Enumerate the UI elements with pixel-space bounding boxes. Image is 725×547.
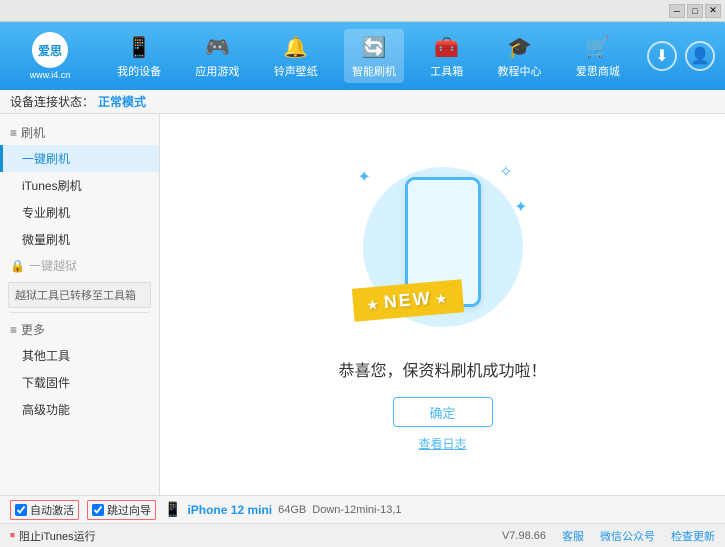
footer-right: V7.98.66 客服 微信公众号 检查更新 (502, 528, 715, 544)
device-info: 📱 iPhone 12 mini 64GB Down-12mini-13,1 (164, 501, 715, 518)
more-section-icon: ≡ (10, 323, 17, 337)
phone-illustration: ✦ ✧ ✦ NEW (343, 157, 543, 337)
footer-bar: ⏹ 阻止iTunes运行 V7.98.66 客服 微信公众号 检查更新 (0, 523, 725, 547)
more-section-label: 更多 (21, 321, 45, 338)
logo-url: www.i4.cn (30, 70, 71, 80)
bottom-bar: 自动激活 跳过向导 📱 iPhone 12 mini 64GB Down-12m… (0, 495, 725, 523)
skip-guide-label: 跳过向导 (107, 502, 151, 518)
sidebar-item-advanced[interactable]: 高级功能 (0, 396, 159, 423)
user-button[interactable]: 👤 (685, 41, 715, 71)
sparkle-3: ✦ (514, 197, 527, 217)
auto-start-checkbox[interactable]: 自动激活 (10, 500, 79, 520)
skip-guide-checkbox[interactable]: 跳过向导 (87, 500, 156, 520)
nav-toolbox-label: 工具箱 (430, 63, 463, 79)
nav-my-device[interactable]: 📱 我的设备 (109, 29, 169, 83)
sidebar-section-more: ≡ 更多 (0, 317, 159, 342)
logo-icon: 爱思 (32, 32, 68, 68)
nav-smart-flash[interactable]: 🔄 智能刷机 (344, 29, 404, 83)
device-name: iPhone 12 mini (187, 503, 272, 517)
ringtones-icon: 🔔 (282, 33, 310, 61)
nav-items: 📱 我的设备 🎮 应用游戏 🔔 铃声壁纸 🔄 智能刷机 🧰 工具箱 🎓 教程中心… (100, 29, 637, 83)
content-area: ✦ ✧ ✦ NEW 恭喜您，保资料刷机成功啦！ 确定 查看日志 (160, 114, 725, 495)
nav-tutorials[interactable]: 🎓 教程中心 (490, 29, 550, 83)
status-label: 设备连接状态： (10, 93, 94, 110)
jailbreak-lock-icon: 🔒 (10, 259, 25, 273)
nav-ringtones[interactable]: 🔔 铃声壁纸 (266, 29, 326, 83)
sidebar-item-save-flash[interactable]: 微量刷机 (0, 226, 159, 253)
smart-flash-icon: 🔄 (360, 33, 388, 61)
jailbreak-info: 越狱工具已转移至工具箱 (8, 282, 151, 308)
toolbox-icon: 🧰 (433, 33, 461, 61)
device-capacity: 64GB (278, 504, 306, 516)
sidebar-item-one-click-flash[interactable]: 一键刷机 (0, 145, 159, 172)
goto-log-link[interactable]: 查看日志 (418, 435, 466, 452)
my-device-icon: 📱 (125, 33, 153, 61)
auto-start-input[interactable] (15, 504, 27, 516)
version-text: V7.98.66 (502, 530, 546, 542)
nav-apps-games[interactable]: 🎮 应用游戏 (187, 29, 247, 83)
flash-section-label: 刷机 (21, 124, 45, 141)
footer-left: ⏹ 阻止iTunes运行 (10, 528, 96, 544)
customer-service-link[interactable]: 客服 (562, 528, 584, 544)
apps-games-icon: 🎮 (203, 33, 231, 61)
sidebar-item-download-firmware[interactable]: 下载固件 (0, 369, 159, 396)
jailbreak-section-label: 一键越狱 (29, 257, 77, 274)
sidebar-divider (10, 312, 149, 313)
nav-tutorials-label: 教程中心 (498, 63, 542, 79)
nav-toolbox[interactable]: 🧰 工具箱 (422, 29, 471, 83)
stop-icon: ⏹ (10, 530, 15, 541)
device-model: Down-12mini-13,1 (312, 504, 401, 516)
title-bar: ─ □ ✕ (0, 0, 725, 22)
sparkle-2: ✧ (499, 162, 512, 182)
wechat-official-link[interactable]: 微信公众号 (600, 528, 655, 544)
logo: 爱思 www.i4.cn (10, 32, 90, 80)
stop-itunes-label: 阻止iTunes运行 (19, 528, 96, 544)
auto-start-label: 自动激活 (30, 502, 74, 518)
skip-guide-input[interactable] (92, 504, 104, 516)
sidebar-item-itunes-flash[interactable]: iTunes刷机 (0, 172, 159, 199)
sidebar-section-jailbreak: 🔒 一键越狱 (0, 253, 159, 278)
flash-section-icon: ≡ (10, 126, 17, 140)
nav-my-device-label: 我的设备 (117, 63, 161, 79)
maximize-button[interactable]: □ (687, 4, 703, 18)
sidebar-item-other-tools[interactable]: 其他工具 (0, 342, 159, 369)
minimize-button[interactable]: ─ (669, 4, 685, 18)
success-message: 恭喜您，保资料刷机成功啦！ (338, 357, 546, 381)
main-area: ≡ 刷机 一键刷机 iTunes刷机 专业刷机 微量刷机 🔒 一键越狱 越狱工具… (0, 114, 725, 495)
header: 爱思 www.i4.cn 📱 我的设备 🎮 应用游戏 🔔 铃声壁纸 🔄 智能刷机… (0, 22, 725, 90)
nav-apps-games-label: 应用游戏 (195, 63, 239, 79)
nav-smart-flash-label: 智能刷机 (352, 63, 396, 79)
nav-store[interactable]: 🛒 爱思商城 (568, 29, 628, 83)
check-update-link[interactable]: 检查更新 (671, 528, 715, 544)
download-button[interactable]: ⬇ (647, 41, 677, 71)
store-icon: 🛒 (584, 33, 612, 61)
sidebar-item-pro-flash[interactable]: 专业刷机 (0, 199, 159, 226)
tutorials-icon: 🎓 (506, 33, 534, 61)
sparkle-1: ✦ (358, 167, 371, 187)
nav-right: ⬇ 👤 (647, 41, 715, 71)
close-button[interactable]: ✕ (705, 4, 721, 18)
status-value: 正常模式 (98, 93, 146, 110)
nav-store-label: 爱思商城 (576, 63, 620, 79)
window-controls: ─ □ ✕ (669, 4, 721, 18)
confirm-button[interactable]: 确定 (393, 397, 493, 427)
sidebar-section-flash: ≡ 刷机 (0, 120, 159, 145)
status-bar: 设备连接状态： 正常模式 (0, 90, 725, 114)
sidebar: ≡ 刷机 一键刷机 iTunes刷机 专业刷机 微量刷机 🔒 一键越狱 越狱工具… (0, 114, 160, 495)
nav-ringtones-label: 铃声壁纸 (274, 63, 318, 79)
device-icon: 📱 (164, 501, 181, 518)
